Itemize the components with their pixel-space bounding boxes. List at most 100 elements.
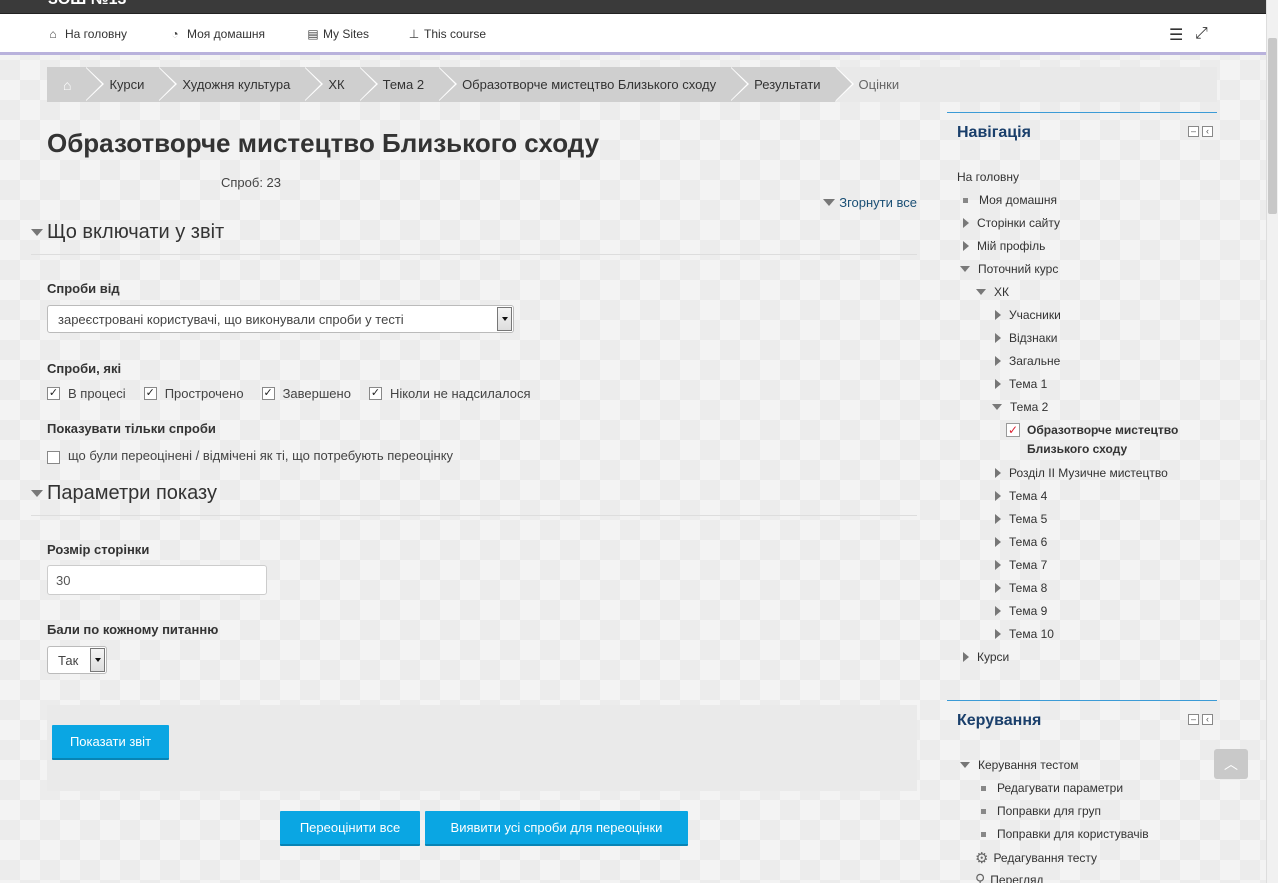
nav-tree-quiz-current[interactable]: ✓ Образотворче мистецтво Близького сходу <box>1006 423 1178 456</box>
nav-tree-dashboard[interactable]: Моя домашня <box>961 193 1057 207</box>
checkbox-checked[interactable]: ✓ <box>261 387 275 400</box>
nav-my-sites[interactable]: ▤ My Sites <box>307 27 369 41</box>
nav-tree-course[interactable]: ХК <box>976 285 1009 299</box>
nav-tree-current-course[interactable]: Поточний курс <box>960 262 1058 276</box>
expand-icon <box>995 333 1001 343</box>
admin-quiz-administration[interactable]: Керування тестом <box>960 758 1079 772</box>
nav-this-course-label: This course <box>424 27 487 41</box>
admin-user-overrides[interactable]: Поправки для користувачів <box>979 827 1149 841</box>
collapse-all-label: Згорнути все <box>839 195 917 210</box>
breadcrumb-item-quiz[interactable]: Образотворче мистецтво Близького сходу <box>438 67 750 102</box>
dashboard-icon: ◔ <box>171 27 179 41</box>
expand-icon <box>963 241 969 251</box>
nav-tree-home[interactable]: На головну <box>957 170 1019 184</box>
nav-tree-topic-7[interactable]: Тема 7 <box>995 558 1047 572</box>
checkbox-checked[interactable]: ✓ <box>47 387 60 400</box>
expand-icon <box>995 310 1001 320</box>
expand-icon[interactable]: ⤢ <box>1195 25 1208 43</box>
chevron-down-icon <box>497 307 512 331</box>
nav-tree-profile[interactable]: Мій профіль <box>963 239 1045 253</box>
expand-icon <box>963 652 969 662</box>
checkbox-checked[interactable]: ✓ <box>143 387 157 400</box>
marks-per-question-label: Бали по кожному питанню <box>47 622 219 637</box>
dock-icon[interactable]: ‹ <box>1202 126 1213 137</box>
minimize-icon[interactable]: – <box>1188 126 1199 137</box>
nav-this-course[interactable]: ⊥ This course <box>408 27 486 41</box>
attempts-from-value: зареєстровані користувачі, що виконували… <box>58 311 404 327</box>
indent-icon[interactable]: ☰ <box>1169 25 1183 45</box>
collapse-icon <box>960 266 970 272</box>
expand-icon <box>995 356 1001 366</box>
section-title: Параметри показу <box>47 482 217 504</box>
block-controls: – ‹ <box>1188 126 1213 137</box>
dry-run-regrade-button[interactable]: Виявити усі спроби для переоцінки <box>425 811 688 846</box>
nav-tree-participants[interactable]: Учасники <box>995 308 1061 322</box>
nav-tree-topic-1[interactable]: Тема 1 <box>995 377 1047 391</box>
show-report-button[interactable]: Показати звіт <box>52 725 169 760</box>
attempts-from-select[interactable]: зареєстровані користувачі, що виконували… <box>47 305 514 333</box>
home-icon: ⌂ <box>63 76 72 93</box>
collapse-triangle-icon <box>823 199 836 206</box>
block-controls: – ‹ <box>1188 714 1213 725</box>
expand-icon <box>995 560 1001 570</box>
state-never-submitted[interactable]: ✓ Ніколи не надсилалося <box>368 386 531 401</box>
regrade-all-button[interactable]: Переоцінити все <box>280 811 420 846</box>
marks-per-question-select[interactable]: Так <box>47 646 107 674</box>
nav-tree-topic-5[interactable]: Тема 5 <box>995 512 1047 526</box>
home-icon: ⌂ <box>49 27 57 41</box>
section-what-to-include[interactable]: Що включати у звіт <box>31 221 917 255</box>
nav-tree-topic-4[interactable]: Тема 4 <box>995 489 1047 503</box>
attempts-count-link[interactable]: Спроб: 23 <box>221 175 281 190</box>
nav-tree-topic-10[interactable]: Тема 10 <box>995 627 1054 641</box>
block-title: Навігація <box>957 124 1031 141</box>
checkbox-unchecked[interactable] <box>47 451 60 464</box>
bullet-icon <box>981 808 986 814</box>
admin-group-overrides[interactable]: Поправки для груп <box>979 804 1101 818</box>
breadcrumb-home[interactable]: ⌂ <box>47 67 106 102</box>
bullet-icon <box>981 831 986 837</box>
attempts-which-label: Спроби, які <box>47 361 122 376</box>
page-size-input[interactable]: 30 <box>47 565 267 595</box>
collapse-all-link[interactable]: Згорнути все <box>823 195 917 210</box>
nav-tree-general[interactable]: Загальне <box>995 354 1060 368</box>
admin-edit-quiz[interactable]: ⚙ Редагування тесту <box>975 849 1097 867</box>
administration-block: Керування – ‹ Керування тестом Редагуват… <box>947 700 1217 883</box>
nav-tree-topic-8[interactable]: Тема 8 <box>995 581 1047 595</box>
gear-icon: ⚙ <box>975 850 989 867</box>
state-finished[interactable]: ✓ Завершено <box>261 386 351 401</box>
scrollbar-thumb[interactable] <box>1268 38 1277 214</box>
section-display-options[interactable]: Параметри показу <box>31 482 917 516</box>
nav-home[interactable]: ⌂ На головну <box>47 27 127 41</box>
dock-icon[interactable]: ‹ <box>1202 714 1213 725</box>
nav-tree-badges[interactable]: Відзнаки <box>995 331 1057 345</box>
attempts-from-label: Спроби від <box>47 281 120 296</box>
nav-dashboard[interactable]: ◔ Моя домашня <box>169 27 265 41</box>
nav-tree-topic-9[interactable]: Тема 9 <box>995 604 1047 618</box>
breadcrumb-item-art-culture[interactable]: Художня культура <box>158 67 324 102</box>
scroll-to-top-button[interactable]: ︿ <box>1214 749 1248 779</box>
expand-icon <box>995 379 1001 389</box>
nav-tree-courses[interactable]: Курси <box>963 650 1009 664</box>
section-toggle-icon <box>31 490 43 497</box>
nav-tree-topic-6[interactable]: Тема 6 <box>995 535 1047 549</box>
checkbox-checked[interactable]: ✓ <box>368 387 382 400</box>
only-regraded-option[interactable]: що були переоцінені / відмічені як ті, щ… <box>47 447 453 464</box>
admin-edit-settings[interactable]: Редагувати параметри <box>979 781 1123 795</box>
sites-icon: ▤ <box>307 27 319 41</box>
minimize-icon[interactable]: – <box>1188 714 1199 725</box>
page-scrollbar[interactable] <box>1266 0 1278 883</box>
attempt-state-checks: ✓ В процесі ✓ Прострочено ✓ Завершено ✓ … <box>47 386 531 401</box>
show-only-label: Показувати тільки спроби <box>47 421 216 436</box>
state-in-progress[interactable]: ✓ В процесі <box>47 386 126 401</box>
marks-per-question-value: Так <box>58 652 79 668</box>
admin-preview[interactable]: ⚲ Перегляд <box>975 871 1044 883</box>
collapse-icon <box>976 289 986 295</box>
nav-tree-site-pages[interactable]: Сторінки сайту <box>963 216 1060 230</box>
nav-tree-section-2[interactable]: Розділ II Музичне мистецтво <box>995 466 1168 480</box>
site-header-strip: ЗОШ №13 <box>0 0 1266 14</box>
collapse-icon <box>960 762 970 768</box>
state-overdue[interactable]: ✓ Прострочено <box>143 386 244 401</box>
nav-tree-topic-2[interactable]: Тема 2 <box>992 400 1048 414</box>
site-brand[interactable]: ЗОШ №13 <box>48 0 126 9</box>
bullet-icon <box>963 197 968 203</box>
